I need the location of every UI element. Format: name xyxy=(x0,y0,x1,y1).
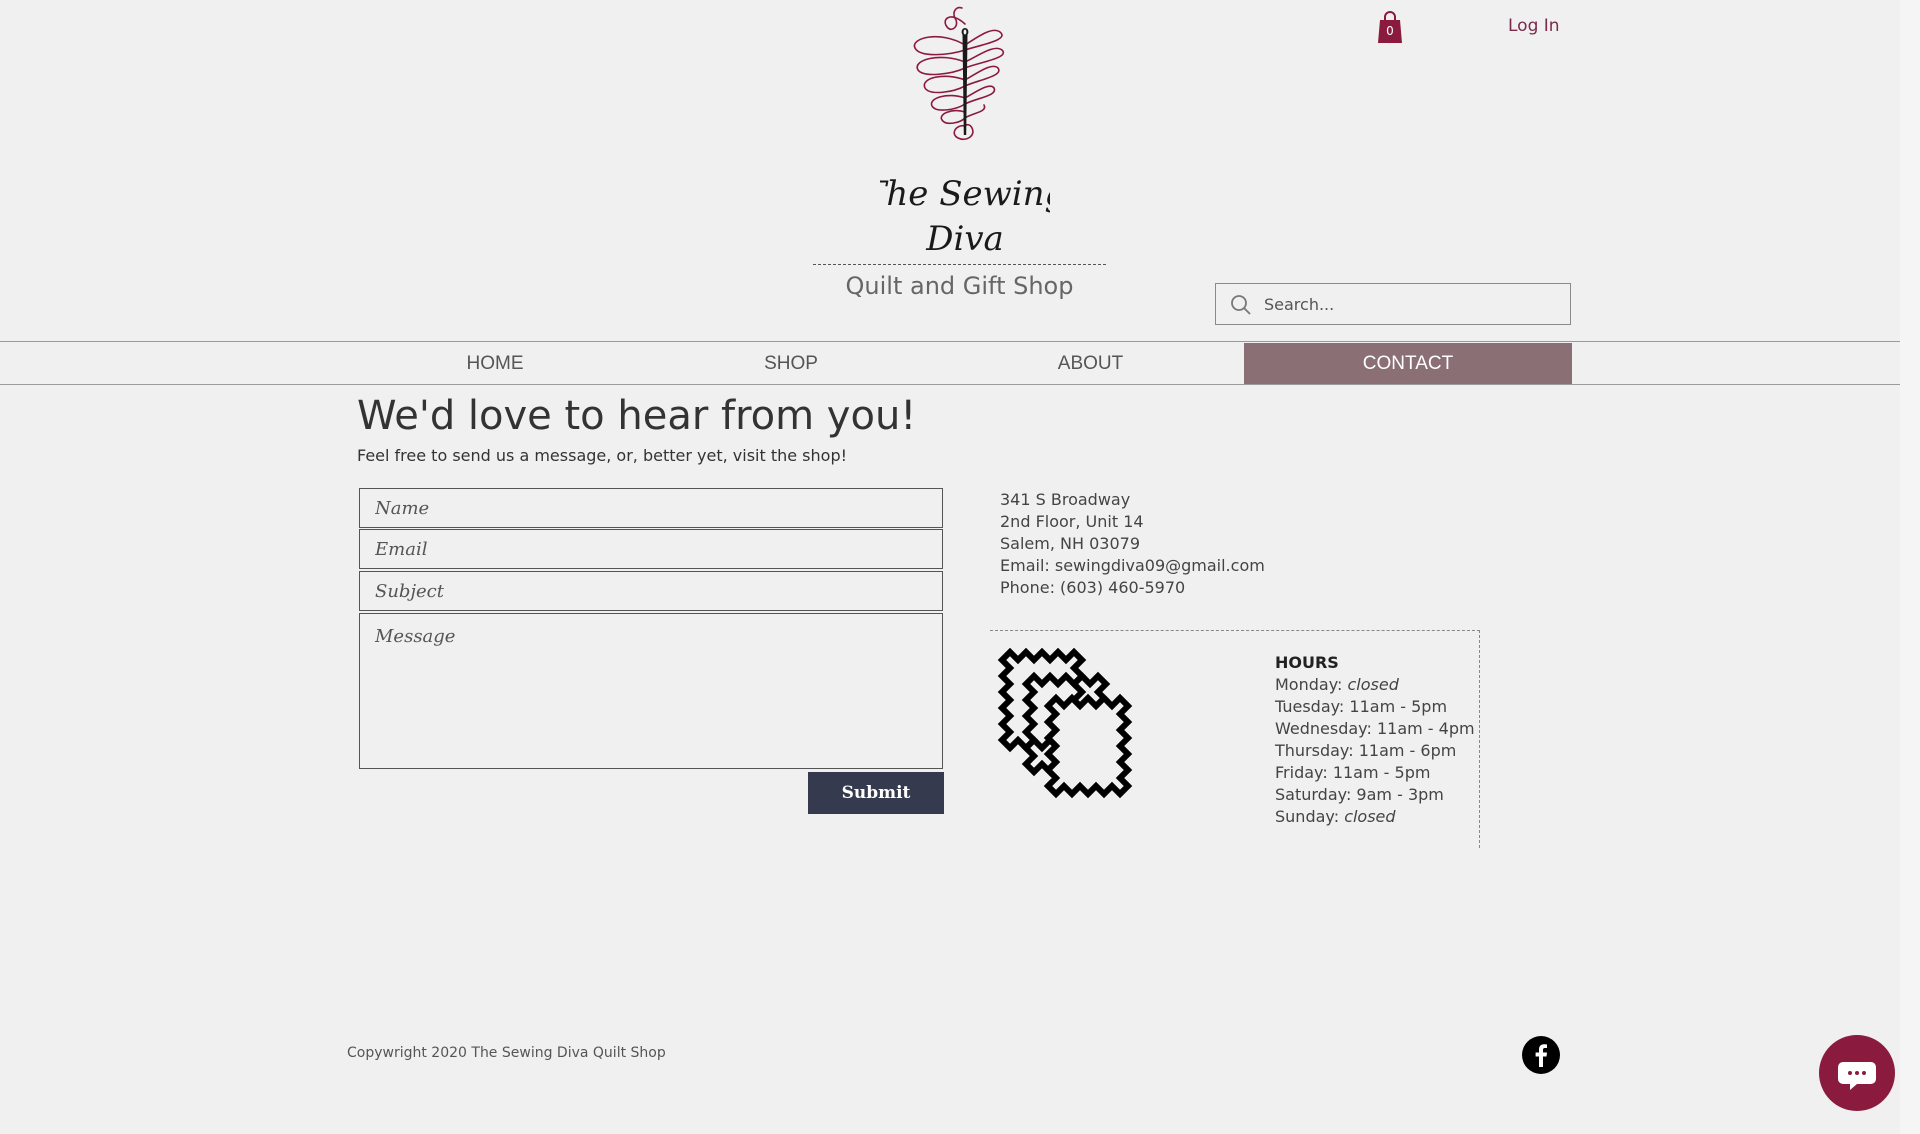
hours-day: Tuesday: xyxy=(1275,697,1350,716)
submit-button[interactable]: Submit xyxy=(808,772,944,814)
subject-field[interactable] xyxy=(359,571,943,611)
logo[interactable]: The Sewing Diva xyxy=(880,0,1050,270)
hours-time: 11am - 6pm xyxy=(1358,741,1457,760)
hours-day: Monday: xyxy=(1275,675,1348,694)
hours-time: 9am - 3pm xyxy=(1356,785,1444,804)
hours-time: 11am - 4pm xyxy=(1376,719,1475,738)
hours-day: Wednesday: xyxy=(1275,719,1377,738)
hours-row: Tuesday: 11am - 5pm xyxy=(1275,696,1475,718)
hours-title: HOURS xyxy=(1275,653,1339,672)
phone-label: Phone: xyxy=(1000,578,1061,597)
hours-row: Monday: closed xyxy=(1275,674,1475,696)
login-link[interactable]: Log In xyxy=(1508,16,1560,36)
hours-row: Sunday: closed xyxy=(1275,806,1475,828)
hours-time: closed xyxy=(1347,675,1399,694)
address-line: 341 S Broadway xyxy=(1000,490,1131,509)
copyright: Copywright 2020 The Sewing Diva Quilt Sh… xyxy=(347,1045,666,1061)
hours-row: Saturday: 9am - 3pm xyxy=(1275,784,1475,806)
chat-icon[interactable] xyxy=(1819,1035,1895,1111)
cart-button[interactable]: 0 xyxy=(1377,10,1403,44)
hours-day: Thursday: xyxy=(1275,741,1359,760)
nav-divider-top xyxy=(0,341,1920,342)
tagline: Quilt and Gift Shop xyxy=(845,272,1074,300)
address-line: Salem, NH 03079 xyxy=(1000,534,1140,553)
logo-divider xyxy=(813,264,1106,265)
hours-row: Wednesday: 11am - 4pm xyxy=(1275,718,1475,740)
nav-item-shop[interactable]: SHOP xyxy=(645,343,937,384)
search-icon xyxy=(1231,295,1251,315)
hours-time: 11am - 5pm xyxy=(1349,697,1448,716)
hours-time: closed xyxy=(1344,807,1396,826)
svg-text:Diva: Diva xyxy=(925,219,1004,259)
cart-count: 0 xyxy=(1386,24,1394,38)
search-input[interactable] xyxy=(1264,284,1564,324)
facebook-icon[interactable] xyxy=(1522,1036,1560,1074)
hours-block: HOURS Monday: closed Tuesday: 11am - 5pm… xyxy=(1275,652,1475,828)
nav-divider-bottom xyxy=(0,384,1920,385)
email-field[interactable] xyxy=(359,529,943,569)
email-link[interactable]: sewingdiva09@gmail.com xyxy=(1055,556,1265,575)
hours-row: Friday: 11am - 5pm xyxy=(1275,762,1475,784)
page-title: We'd love to hear from you! xyxy=(357,393,917,439)
fabric-squares-icon xyxy=(997,648,1133,799)
nav-item-about[interactable]: ABOUT xyxy=(937,343,1244,384)
hours-day: Sunday: xyxy=(1275,807,1345,826)
hours-row: Thursday: 11am - 6pm xyxy=(1275,740,1475,762)
nav-item-contact[interactable]: CONTACT xyxy=(1244,343,1572,384)
page-subtitle: Feel free to send us a message, or, bett… xyxy=(357,446,848,465)
hours-day: Friday: xyxy=(1275,763,1333,782)
phone-number: (603) 460-5970 xyxy=(1060,578,1186,597)
message-field[interactable] xyxy=(359,613,943,769)
address-line: 2nd Floor, Unit 14 xyxy=(1000,512,1144,531)
nav-item-home[interactable]: HOME xyxy=(345,343,645,384)
hours-day: Saturday: xyxy=(1275,785,1357,804)
hours-time: 11am - 5pm xyxy=(1332,763,1431,782)
svg-text:The Sewing: The Sewing xyxy=(880,174,1050,214)
phone-line: Phone: (603) 460-5970 xyxy=(1000,577,1265,599)
email-line: Email: sewingdiva09@gmail.com xyxy=(1000,555,1265,577)
search-box[interactable] xyxy=(1215,283,1571,325)
email-label: Email: xyxy=(1000,556,1055,575)
address-block: 341 S Broadway 2nd Floor, Unit 14 Salem,… xyxy=(1000,489,1265,599)
name-field[interactable] xyxy=(359,488,943,528)
scrollbar[interactable] xyxy=(1900,0,1920,1134)
